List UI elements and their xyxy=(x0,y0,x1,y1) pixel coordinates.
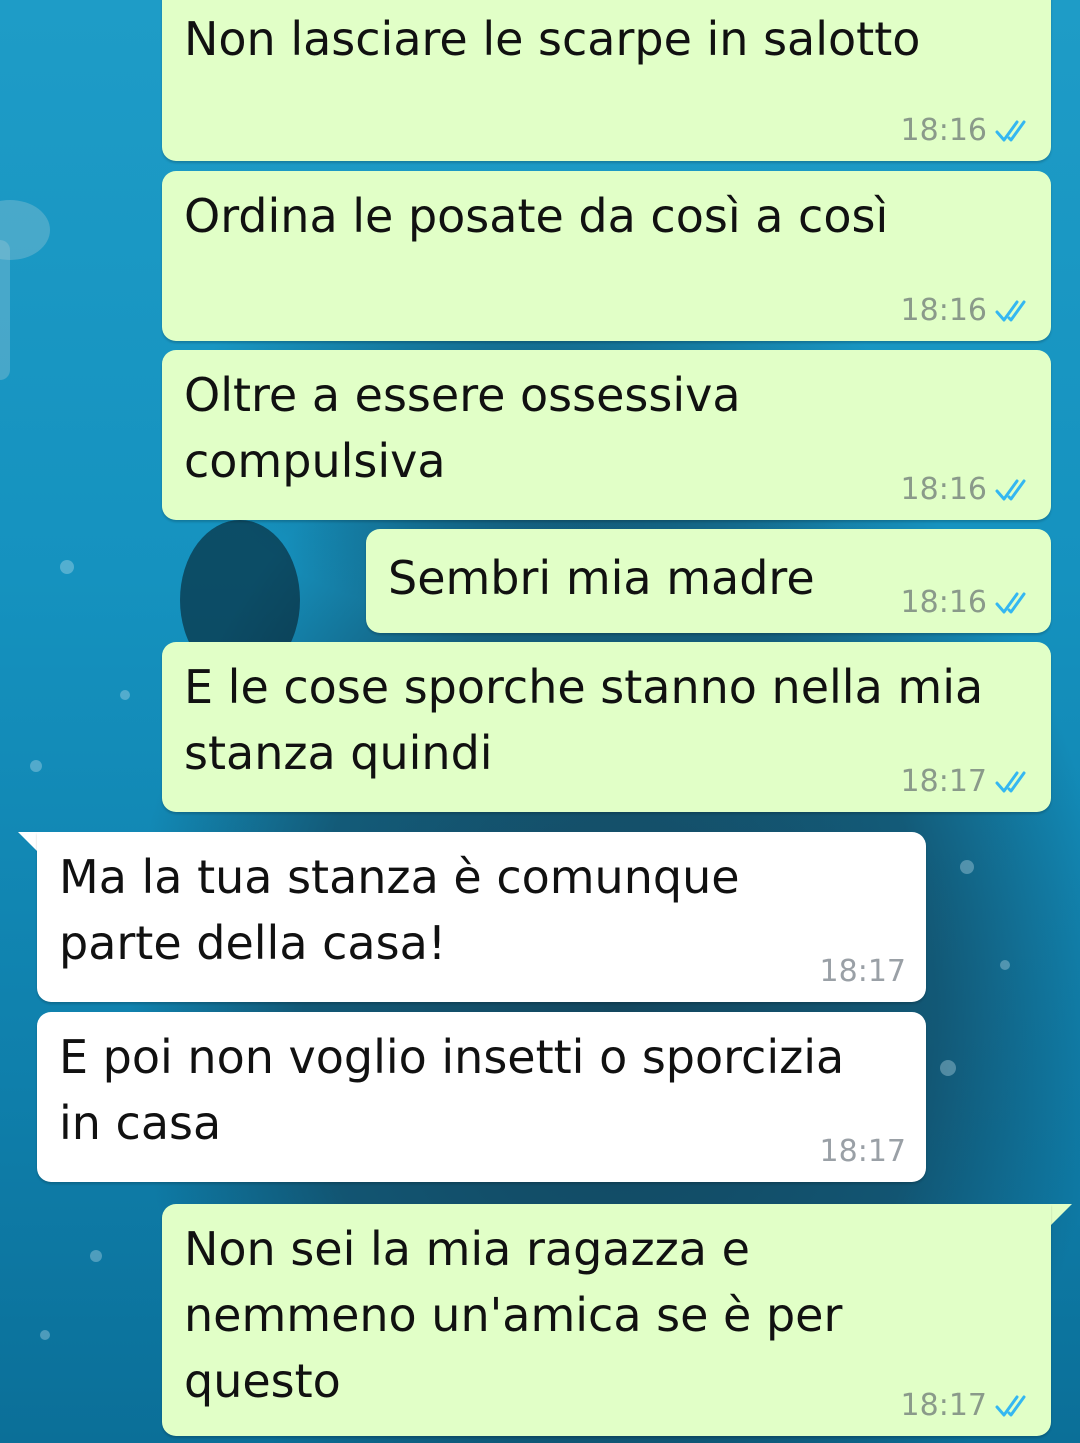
message-bubble-outgoing[interactable]: E le cose sporche stanno nella mia stanz… xyxy=(162,642,1051,812)
message-text: Ma la tua stanza è comunque parte della … xyxy=(59,850,755,970)
message-bubble-outgoing[interactable]: Sembri mia madre 18:16 xyxy=(366,529,1051,633)
message-time: 18:17 xyxy=(900,764,987,799)
double-check-icon xyxy=(995,120,1026,142)
message-text: Non sei la mia ragazza e nemmeno un'amic… xyxy=(184,1222,857,1408)
message-text: Ordina le posate da così a così xyxy=(184,189,889,243)
message-time: 18:16 xyxy=(900,585,987,620)
message-time: 18:16 xyxy=(900,293,987,328)
message-bubble-outgoing[interactable]: Non sei la mia ragazza e nemmeno un'amic… xyxy=(162,1204,1051,1436)
message-text: E poi non voglio insetti o sporcizia in … xyxy=(59,1030,859,1150)
message-bubble-incoming[interactable]: E poi non voglio insetti o sporcizia in … xyxy=(37,1012,926,1182)
message-bubble-outgoing[interactable]: Oltre a essere ossessiva compulsiva 18:1… xyxy=(162,350,1051,520)
double-check-icon xyxy=(995,1395,1026,1417)
bubble-tail xyxy=(1050,1204,1072,1226)
message-meta: 18:17 xyxy=(820,954,906,990)
message-bubble-incoming[interactable]: Ma la tua stanza è comunque parte della … xyxy=(37,832,926,1002)
message-meta: 18:17 xyxy=(901,1388,1031,1424)
double-check-icon xyxy=(995,771,1026,793)
double-check-icon xyxy=(995,300,1026,322)
message-time: 18:16 xyxy=(900,472,987,507)
conversation: Non lasciare le scarpe in salotto 18:16 … xyxy=(0,0,1080,1443)
message-meta: 18:16 xyxy=(901,585,1031,621)
message-time: 18:16 xyxy=(900,113,987,148)
message-time: 18:17 xyxy=(900,1388,987,1423)
message-time: 18:17 xyxy=(819,1134,906,1169)
message-bubble-outgoing[interactable]: Ordina le posate da così a così 18:16 xyxy=(162,171,1051,341)
message-meta: 18:16 xyxy=(901,113,1031,149)
message-meta: 18:16 xyxy=(901,472,1031,508)
message-time: 18:17 xyxy=(819,954,906,989)
message-meta: 18:17 xyxy=(820,1134,906,1170)
message-text: Oltre a essere ossessiva compulsiva xyxy=(184,368,756,488)
message-text: Non lasciare le scarpe in salotto xyxy=(184,12,921,66)
message-meta: 18:17 xyxy=(901,764,1031,800)
double-check-icon xyxy=(995,479,1026,501)
message-bubble-outgoing[interactable]: Non lasciare le scarpe in salotto 18:16 xyxy=(162,0,1051,161)
double-check-icon xyxy=(995,592,1026,614)
message-meta: 18:16 xyxy=(901,293,1031,329)
